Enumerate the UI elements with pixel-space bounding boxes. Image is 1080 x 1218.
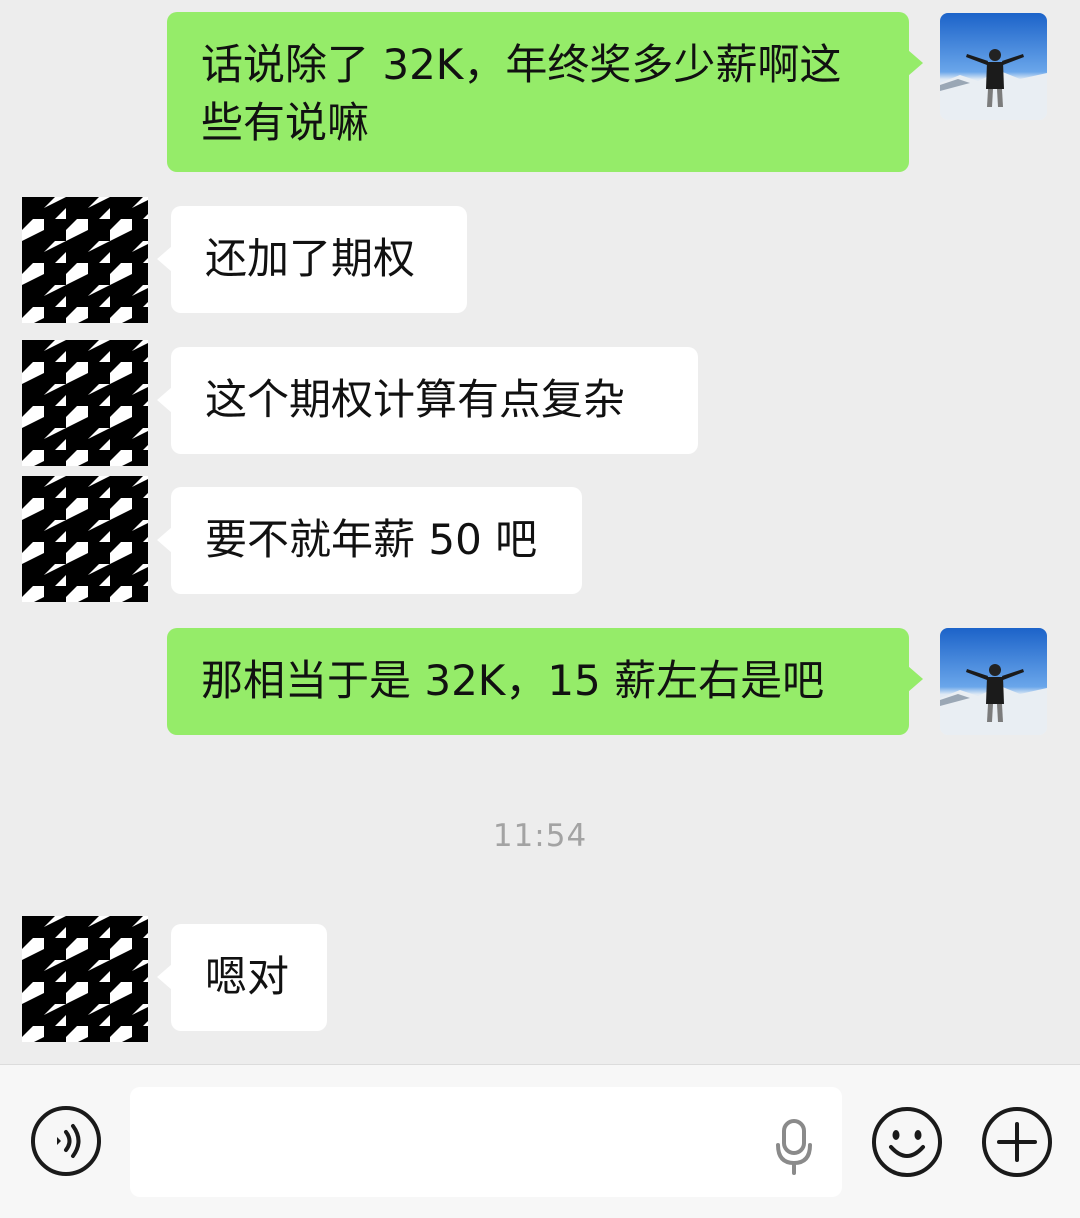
- message-text: 要不就年薪 50 吧: [205, 515, 538, 564]
- houndstooth-pattern-icon: [22, 340, 148, 466]
- their-message-bubble[interactable]: 要不就年薪 50 吧: [157, 487, 582, 594]
- contact-avatar[interactable]: [22, 197, 148, 323]
- contact-avatar[interactable]: [22, 340, 148, 466]
- my-avatar[interactable]: [940, 13, 1047, 120]
- chat-area[interactable]: 话说除了 32K，年终奖多少薪啊这些有说嘛 还加了期权 这个期权计算有点复杂 要…: [0, 0, 1080, 1064]
- message-text: 嗯对: [205, 952, 290, 1001]
- person-photo-icon: [940, 628, 1047, 735]
- message-text: 还加了期权: [205, 234, 416, 283]
- contact-avatar[interactable]: [22, 916, 148, 1042]
- my-message-bubble[interactable]: 那相当于是 32K，15 薪左右是吧: [167, 628, 923, 735]
- houndstooth-pattern-icon: [22, 916, 148, 1042]
- voice-mode-icon[interactable]: [30, 1105, 102, 1177]
- message-text: 那相当于是 32K，15 薪左右是吧: [201, 656, 825, 705]
- chat-input-bar: [0, 1064, 1080, 1218]
- plus-icon[interactable]: [980, 1105, 1054, 1179]
- houndstooth-pattern-icon: [22, 197, 148, 323]
- person-photo-icon: [940, 13, 1047, 120]
- message-timestamp: 11:54: [492, 818, 588, 854]
- message-text: 这个期权计算有点复杂: [205, 375, 626, 424]
- their-message-bubble[interactable]: 还加了期权: [157, 206, 467, 313]
- microphone-icon[interactable]: [770, 1117, 818, 1177]
- emoji-icon[interactable]: [870, 1105, 944, 1179]
- my-avatar[interactable]: [940, 628, 1047, 735]
- message-text: 话说除了 32K，年终奖多少薪啊这些有说嘛: [201, 40, 842, 147]
- their-message-bubble[interactable]: 嗯对: [157, 924, 327, 1031]
- houndstooth-pattern-icon: [22, 476, 148, 602]
- their-message-bubble[interactable]: 这个期权计算有点复杂: [157, 347, 698, 454]
- my-message-bubble[interactable]: 话说除了 32K，年终奖多少薪啊这些有说嘛: [167, 12, 923, 172]
- contact-avatar[interactable]: [22, 476, 148, 602]
- message-input[interactable]: [130, 1087, 842, 1197]
